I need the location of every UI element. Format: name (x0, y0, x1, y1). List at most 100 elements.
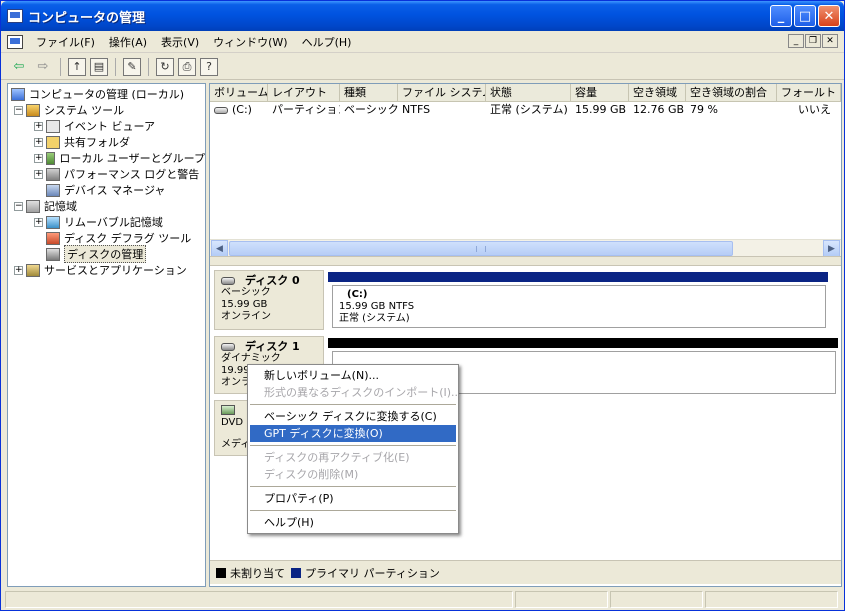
mdi-minimize-button[interactable]: _ (788, 34, 804, 48)
volume-list-header: ボリューム レイアウト 種類 ファイル システム 状態 容量 空き領域 空き領域… (210, 84, 841, 102)
computer-management-icon (7, 9, 23, 23)
shared-folder-icon (46, 135, 60, 149)
mdi-controls: _ ❐ ✕ (788, 34, 838, 48)
partition-info: 15.99 GB NTFS (339, 301, 415, 312)
menu-item-import-foreign-disks[interactable]: 形式の異なるディスクのインポート(I)... (248, 384, 462, 401)
expand-icon[interactable]: + (34, 217, 43, 227)
services-icon (26, 263, 40, 277)
toolbar-separator (148, 57, 149, 76)
tree-item-disk-defragmenter[interactable]: ディスク デフラグ ツール (8, 230, 205, 246)
toolbox-icon (26, 103, 40, 117)
cell-filesystem: NTFS (402, 103, 431, 116)
window-controls: _ □ ✕ (770, 5, 840, 27)
volume-name: (C:) (232, 103, 252, 116)
menu-item-convert-to-basic[interactable]: ベーシック ディスクに変換する(C) (248, 408, 458, 425)
tree-item-removable-storage[interactable]: + リムーバブル記憶域 (8, 214, 205, 230)
column-header-volume[interactable]: ボリューム (210, 84, 268, 101)
legend-primary: プライマリ パーティション (305, 566, 440, 580)
system-menu-icon[interactable] (7, 34, 23, 49)
tree-item-label: ディスク デフラグ ツール (64, 232, 192, 245)
partition-c[interactable]: (C:) 15.99 GB NTFS 正常 (システム) (332, 285, 826, 328)
partition-name: (C:) (347, 289, 368, 300)
cell-capacity: 15.99 GB (575, 103, 627, 116)
menu-item-properties[interactable]: プロパティ(P) (248, 490, 458, 507)
table-row[interactable]: (C:) パーティション ベーシック NTFS 正常 (システム) 15.99 … (210, 102, 841, 118)
up-folder-icon[interactable]: ↑ (68, 57, 86, 76)
status-bar (1, 589, 844, 610)
refresh-icon[interactable]: ↻ (156, 57, 174, 76)
properties-icon[interactable]: ✎ (123, 57, 141, 76)
expand-icon[interactable]: + (34, 121, 43, 131)
back-arrow-icon[interactable]: ⇦ (9, 57, 29, 77)
expand-icon[interactable]: + (34, 137, 43, 147)
menu-window[interactable]: ウィンドウ(W) (206, 34, 294, 50)
scrollbar-thumb[interactable] (229, 241, 733, 256)
tree-item-system-tools[interactable]: − システム ツール (8, 102, 205, 118)
tree-item-services-applications[interactable]: + サービスとアプリケーション (8, 262, 205, 278)
forward-arrow-icon[interactable]: ⇨ (33, 57, 53, 77)
collapse-icon[interactable]: − (14, 105, 23, 115)
toolbar-separator (115, 57, 116, 76)
tree-item-disk-management[interactable]: ディスクの管理 (8, 245, 205, 263)
help-icon[interactable]: ? (200, 57, 218, 76)
legend-bar: 未割り当て プライマリ パーティション (210, 560, 841, 584)
column-header-free-space[interactable]: 空き領域 (629, 84, 686, 101)
cell-status: 正常 (システム) (490, 103, 568, 116)
primary-partition-swatch (291, 567, 301, 578)
tree-item-label: リムーバブル記憶域 (64, 216, 163, 229)
maximize-button[interactable]: □ (794, 5, 816, 27)
column-header-layout[interactable]: レイアウト (268, 84, 340, 101)
cell-layout: パーティション (272, 103, 340, 116)
pane-splitter[interactable] (210, 256, 841, 266)
tree-item-label: ローカル ユーザーとグループ (59, 152, 205, 165)
tree-item-label: コンピュータの管理 (ローカル) (29, 88, 185, 101)
menu-action[interactable]: 操作(A) (102, 34, 154, 50)
menu-item-reactivate-disk[interactable]: ディスクの再アクティブ化(E) (248, 449, 458, 466)
scroll-left-arrow-icon[interactable]: ◀ (211, 240, 228, 257)
tree-item-event-viewer[interactable]: + イベント ビューア (8, 118, 205, 134)
hard-disk-icon (221, 343, 235, 351)
column-header-fault-tolerance[interactable]: フォールト トレ (777, 84, 841, 101)
minimize-button[interactable]: _ (770, 5, 792, 27)
mdi-close-button[interactable]: ✕ (822, 34, 838, 48)
menu-help[interactable]: ヘルプ(H) (295, 34, 359, 50)
tree-item-computer-management[interactable]: コンピュータの管理 (ローカル) (8, 86, 205, 102)
tree-item-local-users-groups[interactable]: + ローカル ユーザーとグループ (8, 150, 205, 166)
disk-management-icon (46, 247, 60, 261)
menu-item-convert-to-gpt[interactable]: GPT ディスクに変換(O) (250, 425, 456, 442)
horizontal-scrollbar[interactable]: ◀ ▶ (210, 239, 841, 257)
tree-item-shared-folders[interactable]: + 共有フォルダ (8, 134, 205, 150)
show-hide-tree-icon[interactable]: ▤ (90, 57, 108, 76)
expand-icon[interactable]: + (34, 153, 43, 163)
column-header-filesystem[interactable]: ファイル システム (398, 84, 486, 101)
scroll-right-arrow-icon[interactable]: ▶ (823, 240, 840, 257)
column-header-free-percent[interactable]: 空き領域の割合 (686, 84, 777, 101)
tree-item-performance-logs[interactable]: + パフォーマンス ログと警告 (8, 166, 205, 182)
mdi-restore-button[interactable]: ❐ (805, 34, 821, 48)
close-button[interactable]: ✕ (818, 5, 840, 27)
disk-1-title: ディスク 1 (221, 341, 317, 353)
title-bar[interactable]: コンピュータの管理 _ □ ✕ (1, 1, 844, 31)
collapse-icon[interactable]: − (14, 201, 23, 211)
disk-0-label[interactable]: ディスク 0 ベーシック 15.99 GB オンライン (214, 270, 324, 330)
menu-file[interactable]: ファイル(F) (29, 34, 102, 50)
defrag-icon (46, 231, 60, 245)
menu-item-help[interactable]: ヘルプ(H) (248, 514, 458, 531)
computer-icon (11, 87, 25, 101)
status-pane-2 (515, 591, 608, 608)
cell-volume: (C:) (210, 102, 268, 118)
column-header-type[interactable]: 種類 (340, 84, 398, 101)
expand-icon[interactable]: + (14, 265, 23, 275)
tree-item-device-manager[interactable]: デバイス マネージャ (8, 182, 205, 198)
menu-item-new-volume[interactable]: 新しいボリューム(N)... (248, 367, 458, 384)
menu-view[interactable]: 表示(V) (154, 34, 206, 50)
export-list-icon[interactable]: ⎙ (178, 57, 196, 76)
expand-icon[interactable]: + (34, 169, 43, 179)
menu-item-remove-disk[interactable]: ディスクの削除(M) (248, 466, 458, 483)
disk-0-type: ベーシック (221, 287, 271, 298)
tree-item-storage[interactable]: − 記憶域 (8, 198, 205, 214)
column-header-status[interactable]: 状態 (486, 84, 571, 101)
computer-management-window: コンピュータの管理 _ □ ✕ ファイル(F) 操作(A) 表示(V) ウィンド… (0, 0, 845, 611)
column-header-capacity[interactable]: 容量 (571, 84, 629, 101)
tree-item-label: 記憶域 (44, 200, 77, 213)
